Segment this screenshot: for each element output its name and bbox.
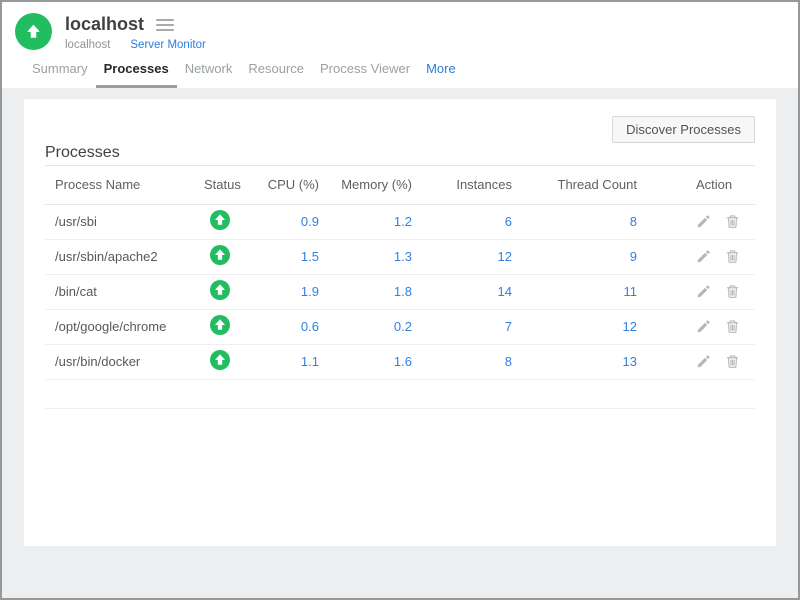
action-cell bbox=[638, 274, 755, 309]
hamburger-menu-icon[interactable] bbox=[156, 17, 174, 33]
page-title: localhost bbox=[65, 14, 144, 35]
table-row: /usr/sbin/apache2 1.5 1.3 12 9 bbox=[45, 239, 755, 274]
process-name: /usr/sbi bbox=[45, 204, 203, 239]
monitor-header: localhost localhost Server Monitor bbox=[2, 2, 798, 51]
app-header: localhost localhost Server Monitor Summa… bbox=[2, 2, 798, 88]
edit-pencil-icon[interactable] bbox=[696, 249, 711, 264]
tab-process-viewer[interactable]: Process Viewer bbox=[312, 57, 418, 88]
threads-value[interactable]: 12 bbox=[513, 309, 638, 344]
host-subtitle: localhost bbox=[65, 39, 110, 51]
col-header-action: Action bbox=[638, 166, 755, 204]
content-area: Discover Processes Processes Process Nam… bbox=[2, 88, 798, 598]
section-title: Processes bbox=[45, 145, 755, 166]
empty-row bbox=[45, 379, 755, 408]
action-cell bbox=[638, 204, 755, 239]
table-row: /usr/sbi 0.9 1.2 6 8 bbox=[45, 204, 755, 239]
cpu-value[interactable]: 1.5 bbox=[263, 239, 320, 274]
instances-value[interactable]: 7 bbox=[413, 309, 513, 344]
edit-pencil-icon[interactable] bbox=[696, 319, 711, 334]
delete-trash-icon[interactable] bbox=[725, 249, 740, 264]
processes-panel: Discover Processes Processes Process Nam… bbox=[24, 99, 776, 546]
processes-table: Process Name Status CPU (%) Memory (%) I… bbox=[45, 166, 755, 409]
threads-value[interactable]: 8 bbox=[513, 204, 638, 239]
status-up-icon bbox=[210, 280, 230, 300]
tab-bar: Summary Processes Network Resource Proce… bbox=[2, 57, 798, 88]
threads-value[interactable]: 13 bbox=[513, 344, 638, 379]
tab-resource[interactable]: Resource bbox=[240, 57, 312, 88]
edit-pencil-icon[interactable] bbox=[696, 214, 711, 229]
memory-value[interactable]: 1.2 bbox=[320, 204, 413, 239]
process-name: /opt/google/chrome bbox=[45, 309, 203, 344]
cpu-value[interactable]: 0.9 bbox=[263, 204, 320, 239]
memory-value[interactable]: 0.2 bbox=[320, 309, 413, 344]
process-name: /usr/sbin/apache2 bbox=[45, 239, 203, 274]
table-row: /opt/google/chrome 0.6 0.2 7 12 bbox=[45, 309, 755, 344]
status-cell bbox=[203, 309, 263, 344]
col-header-instances: Instances bbox=[413, 166, 513, 204]
action-cell bbox=[638, 344, 755, 379]
monitor-status-up-icon bbox=[15, 13, 52, 50]
memory-value[interactable]: 1.3 bbox=[320, 239, 413, 274]
tab-processes[interactable]: Processes bbox=[96, 57, 177, 88]
status-cell bbox=[203, 344, 263, 379]
delete-trash-icon[interactable] bbox=[725, 284, 740, 299]
tab-more[interactable]: More bbox=[418, 57, 464, 88]
status-up-icon bbox=[210, 315, 230, 335]
instances-value[interactable]: 14 bbox=[413, 274, 513, 309]
threads-value[interactable]: 9 bbox=[513, 239, 638, 274]
action-cell bbox=[638, 239, 755, 274]
cpu-value[interactable]: 1.1 bbox=[263, 344, 320, 379]
table-row: /usr/bin/docker 1.1 1.6 8 13 bbox=[45, 344, 755, 379]
status-up-icon bbox=[210, 350, 230, 370]
tab-summary[interactable]: Summary bbox=[24, 57, 96, 88]
col-header-thread-count: Thread Count bbox=[513, 166, 638, 204]
delete-trash-icon[interactable] bbox=[725, 354, 740, 369]
instances-value[interactable]: 6 bbox=[413, 204, 513, 239]
memory-value[interactable]: 1.6 bbox=[320, 344, 413, 379]
col-header-status: Status bbox=[203, 166, 263, 204]
threads-value[interactable]: 11 bbox=[513, 274, 638, 309]
col-header-process-name: Process Name bbox=[45, 166, 203, 204]
discover-processes-button[interactable]: Discover Processes bbox=[612, 116, 755, 143]
col-header-memory: Memory (%) bbox=[320, 166, 413, 204]
status-up-icon bbox=[210, 210, 230, 230]
table-row: /bin/cat 1.9 1.8 14 11 bbox=[45, 274, 755, 309]
status-cell bbox=[203, 239, 263, 274]
edit-pencil-icon[interactable] bbox=[696, 284, 711, 299]
memory-value[interactable]: 1.8 bbox=[320, 274, 413, 309]
tab-network[interactable]: Network bbox=[177, 57, 241, 88]
title-block: localhost localhost Server Monitor bbox=[65, 13, 206, 51]
col-header-cpu: CPU (%) bbox=[263, 166, 320, 204]
delete-trash-icon[interactable] bbox=[725, 319, 740, 334]
table-header-row: Process Name Status CPU (%) Memory (%) I… bbox=[45, 166, 755, 204]
cpu-value[interactable]: 0.6 bbox=[263, 309, 320, 344]
action-cell bbox=[638, 309, 755, 344]
status-up-icon bbox=[210, 245, 230, 265]
instances-value[interactable]: 12 bbox=[413, 239, 513, 274]
cpu-value[interactable]: 1.9 bbox=[263, 274, 320, 309]
delete-trash-icon[interactable] bbox=[725, 214, 740, 229]
app-window: localhost localhost Server Monitor Summa… bbox=[0, 0, 800, 600]
process-name: /bin/cat bbox=[45, 274, 203, 309]
instances-value[interactable]: 8 bbox=[413, 344, 513, 379]
server-monitor-link[interactable]: Server Monitor bbox=[130, 39, 205, 51]
status-cell bbox=[203, 204, 263, 239]
process-name: /usr/bin/docker bbox=[45, 344, 203, 379]
process-table-body: /usr/sbi 0.9 1.2 6 8 bbox=[45, 204, 755, 379]
edit-pencil-icon[interactable] bbox=[696, 354, 711, 369]
status-cell bbox=[203, 274, 263, 309]
panel-toolbar: Discover Processes bbox=[45, 116, 755, 143]
